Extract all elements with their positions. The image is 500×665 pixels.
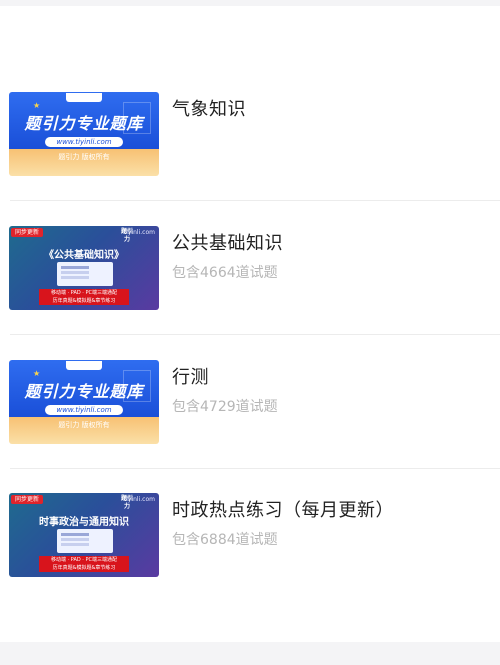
feature-banner: 移动端 · PAD · PC端三端通配 历年真题&模拟题&章节练习 (39, 556, 129, 572)
list-item-aptitude[interactable]: ★ 题引力专业题库 www.tiyinli.com 题引力 版权所有 行测 包含… (0, 335, 500, 469)
course-thumbnail: ★ 题引力专业题库 www.tiyinli.com 题引力 版权所有 (9, 92, 159, 176)
list-item-current-affairs[interactable]: 同步更新 tiyinli.com 题引力 时事政治与通用知识 移动端 · PAD… (0, 469, 500, 603)
feature-line: 移动端 · PAD · PC端三端通配 (50, 557, 117, 563)
course-thumbnail: ★ 题引力专业题库 www.tiyinli.com 题引力 版权所有 (9, 360, 159, 444)
feature-line: 历年真题&模拟题&章节练习 (52, 565, 116, 571)
thumbnail-url: www.tiyinli.com (45, 137, 123, 147)
thumbnail-footer: 题引力 版权所有 (58, 153, 110, 161)
device-screen-icon (57, 262, 113, 286)
thumbnail-headline: 题引力专业题库 (24, 382, 144, 401)
feature-banner: 移动端 · PAD · PC端三端通配 历年真题&模拟题&章节练习 (39, 289, 129, 305)
course-title: 行测 (172, 367, 209, 388)
brand-logo: 题引力 (120, 495, 133, 510)
thumbnail-footer: 题引力 版权所有 (58, 421, 110, 429)
list-item-public-basics[interactable]: 同步更新 tiyinli.com 题引力 《公共基础知识》 移动端 · PAD … (0, 201, 500, 335)
feature-line: 移动端 · PAD · PC端三端通配 (50, 290, 117, 296)
feature-line: 历年真题&模拟题&章节练习 (52, 298, 116, 304)
logo-icon (66, 361, 102, 370)
question-count: 包含4729道试题 (172, 399, 278, 415)
list-item-meteorology[interactable]: ★ 题引力专业题库 www.tiyinli.com 题引力 版权所有 气象知识 (0, 67, 500, 201)
course-title: 时政热点练习（每月更新） (172, 500, 394, 521)
thumbnail-headline: 题引力专业题库 (24, 114, 144, 133)
star-icon: ★ (33, 101, 41, 110)
course-title: 公共基础知识 (172, 233, 283, 254)
update-badge: 同步更新 (11, 228, 44, 237)
logo-icon (66, 93, 102, 102)
brand-logo: 题引力 (120, 228, 133, 243)
update-badge: 同步更新 (11, 495, 44, 504)
device-screen-icon (57, 529, 113, 553)
star-icon: ★ (33, 369, 41, 378)
thumbnail-headline: 《公共基础知识》 (44, 250, 124, 261)
course-thumbnail: 同步更新 tiyinli.com 题引力 《公共基础知识》 移动端 · PAD … (9, 226, 159, 310)
course-title: 气象知识 (172, 99, 246, 120)
question-count: 包含4664道试题 (172, 265, 278, 281)
bottom-divider-strip (0, 642, 500, 665)
thumbnail-url: www.tiyinli.com (45, 405, 123, 415)
question-count: 包含6884道试题 (172, 532, 278, 548)
top-divider-strip (0, 0, 500, 6)
thumbnail-headline: 时事政治与通用知识 (39, 517, 129, 528)
course-thumbnail: 同步更新 tiyinli.com 题引力 时事政治与通用知识 移动端 · PAD… (9, 493, 159, 577)
